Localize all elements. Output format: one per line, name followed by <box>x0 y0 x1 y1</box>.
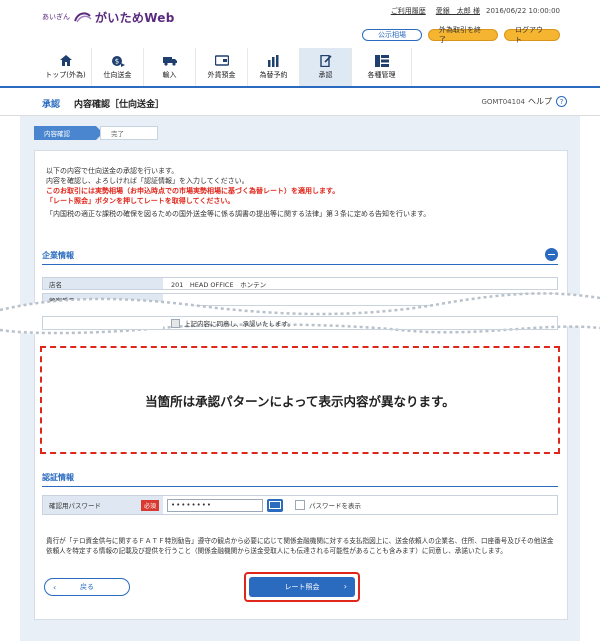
nav-label: 輸入 <box>162 70 177 79</box>
section-underline <box>42 486 558 487</box>
forward-icon <box>267 54 281 67</box>
instruction-message: 以下の内容で仕向送金の承認を行います。 内容を確認し、よろしければ「認証情報」を… <box>46 166 430 219</box>
row-label-empty <box>43 317 163 329</box>
end-fx-button[interactable]: 外為取引を終了 <box>428 26 498 44</box>
cut-wave-divider <box>0 292 600 335</box>
password-label-cell: 確認用パスワード 必須 <box>43 496 163 514</box>
deposit-icon <box>214 55 229 67</box>
help-link[interactable]: ヘルプ ? <box>528 96 567 107</box>
chevron-left-icon: ‹ <box>53 583 57 592</box>
agree-label: 上記内容に同意し、承認いたします。 <box>184 320 294 328</box>
brand-mark-icon <box>74 12 92 23</box>
message-line: 以下の内容で仕向送金の承認を行います。 <box>46 167 179 175</box>
screen-code: GOMT04104 <box>481 98 525 106</box>
step-indicator: 内容確認 完了 <box>34 126 158 140</box>
nav-label: 外貨預金 <box>207 70 236 79</box>
law-notice: 「内国税の適正な課税の確保を図るための国外送金等に係る調書の提出等に関する法律」… <box>46 210 431 218</box>
title-bar: 承認 内容確認［仕向送金］ GOMT04104 ヘルプ ? <box>0 88 600 116</box>
rate-warning: このお取引には実勢相場（お申込時点での市場実勢相場に基づく為替レート）を適用しま… <box>46 187 340 195</box>
back-button[interactable]: ‹ 戻る <box>44 578 130 596</box>
company-heading: 企業情報 <box>42 251 74 260</box>
variable-content-placeholder: 当箇所は承認パターンによって表示内容が異なります。 <box>40 346 560 454</box>
nav-label: 各種管理 <box>367 70 396 79</box>
rates-button[interactable]: 公示相場 <box>362 29 422 41</box>
history-link[interactable]: ご利用履歴 <box>391 6 426 16</box>
nav-manage[interactable]: 各種管理 <box>352 48 412 86</box>
approve-icon <box>319 54 333 67</box>
brand-logo: あいぎん がいためWeb <box>42 8 175 26</box>
show-password-checkbox[interactable] <box>295 500 305 510</box>
bank-label: あいぎん <box>42 13 70 21</box>
nav-approve[interactable]: 承認 <box>300 48 352 86</box>
logout-button[interactable]: ログアウト <box>504 26 560 44</box>
global-nav: トップ(外為) $ 仕向送金 輸入 外貨預金 為替予約 承認 各種管理 <box>40 48 560 86</box>
header-links: ご利用履歴 愛銀 太郎 様 2016/06/22 10:00:00 <box>391 6 560 16</box>
nav-deposit[interactable]: 外貨預金 <box>196 48 248 86</box>
user-name-link[interactable]: 愛銀 太郎 様 <box>436 6 480 16</box>
auth-section-header: 認証情報 <box>42 472 558 487</box>
message-line: 内容を確認し、よろしければ「認証情報」を入力してください。 <box>46 177 249 185</box>
rate-instruction: 「レート照会」ボタンを押してレートを取得してください。 <box>46 197 235 205</box>
section-title: 承認 <box>42 100 61 110</box>
manage-icon <box>374 54 389 67</box>
back-label: 戻る <box>80 583 94 591</box>
rate-label: レート照会 <box>284 583 320 591</box>
password-value-cell: •••••••• パスワードを表示 <box>163 496 557 514</box>
page-title: 内容確認［仕向送金］ <box>74 100 165 110</box>
company-section-header: 企業情報 <box>42 248 558 265</box>
show-password-label: パスワードを表示 <box>309 502 361 510</box>
agree-checkbox[interactable] <box>171 318 180 328</box>
chevron-right-icon: › <box>343 582 347 591</box>
home-icon <box>59 55 73 67</box>
help-icon: ? <box>556 96 567 107</box>
nav-remit[interactable]: $ 仕向送金 <box>92 48 144 86</box>
password-label: 確認用パスワード <box>49 502 101 510</box>
placeholder-note: 当箇所は承認パターンによって表示内容が異なります。 <box>145 393 455 409</box>
section-underline <box>42 264 558 265</box>
header-buttons: 公示相場 外為取引を終了 ログアウト <box>362 26 560 44</box>
help-label: ヘルプ <box>528 97 552 106</box>
nav-label: 為替予約 <box>259 70 288 79</box>
nav-label: 承認 <box>318 70 333 79</box>
password-input[interactable]: •••••••• <box>167 498 263 512</box>
agree-row: 上記内容に同意し、承認いたします。 <box>42 316 558 330</box>
step-complete: 完了 <box>100 126 158 140</box>
auth-heading: 認証情報 <box>42 473 74 482</box>
nav-forward[interactable]: 為替予約 <box>248 48 300 86</box>
agree-value: 上記内容に同意し、承認いたします。 <box>163 317 557 329</box>
nav-top[interactable]: トップ(外為) <box>40 48 92 86</box>
login-datetime: 2016/06/22 10:00:00 <box>485 7 560 15</box>
password-row: 確認用パスワード 必須 •••••••• パスワードを表示 <box>42 495 558 515</box>
svg-text:$: $ <box>114 57 118 65</box>
software-keyboard-icon[interactable] <box>267 498 283 512</box>
nav-label: トップ(外為) <box>45 70 86 79</box>
remit-icon: $ <box>111 55 125 67</box>
brand-name: がいためWeb <box>95 10 175 25</box>
fatf-notice: 貴行が「テロ資金供与に関するＦＡＴＦ特別勧告」遵守の観点から必要に応じて関係金融… <box>46 537 554 555</box>
required-badge: 必須 <box>140 499 159 511</box>
collapse-icon[interactable] <box>545 248 558 261</box>
rate-inquiry-button[interactable]: レート照会 › <box>249 577 355 597</box>
step-confirm: 内容確認 <box>34 126 103 140</box>
import-icon <box>162 55 177 67</box>
nav-label: 仕向送金 <box>103 70 132 79</box>
nav-import[interactable]: 輸入 <box>144 48 196 86</box>
